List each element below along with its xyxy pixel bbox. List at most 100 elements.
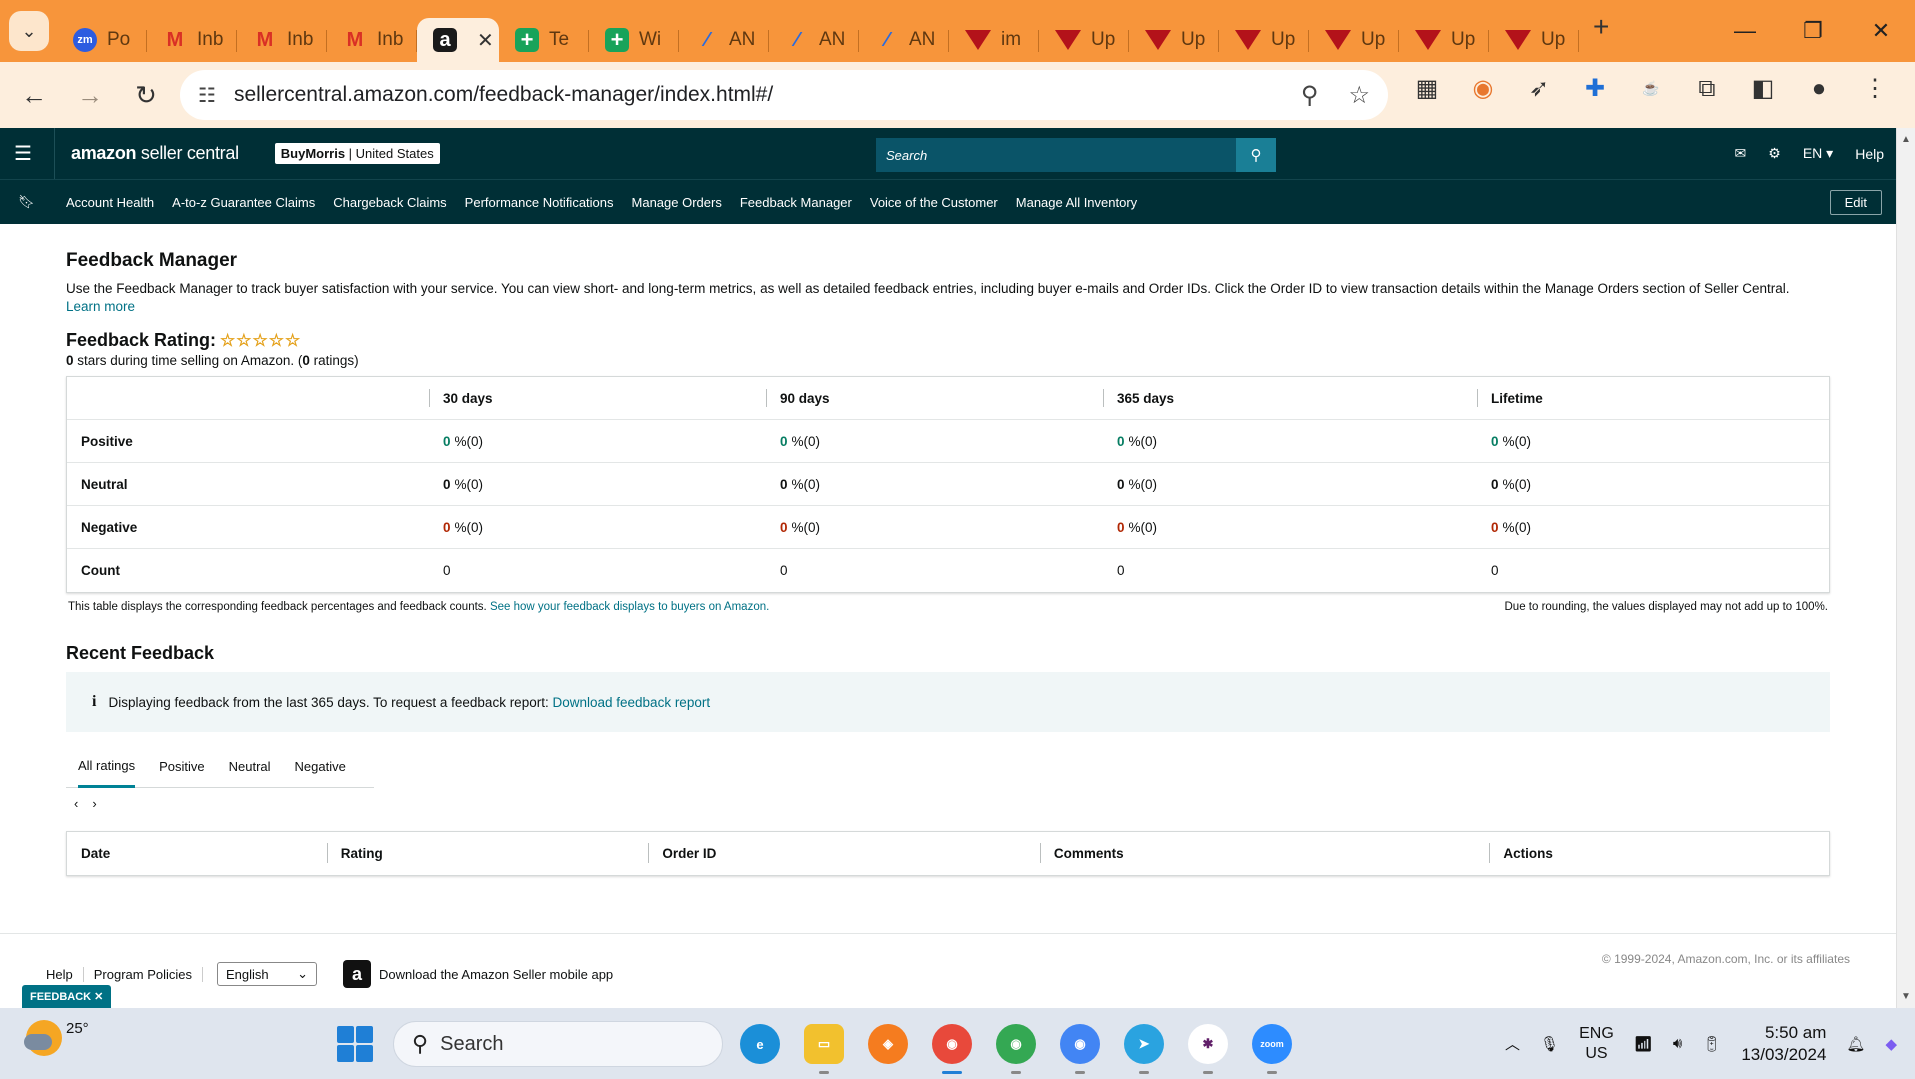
nav-link-manage-all-inventory[interactable]: Manage All Inventory (1016, 195, 1137, 210)
scroll-up-icon[interactable]: ▲ (1901, 134, 1911, 145)
tab-positive[interactable]: Positive (159, 746, 205, 788)
volume-icon[interactable]: 🔊︎ (1673, 1035, 1682, 1052)
close-window-button[interactable]: ✕ (1847, 18, 1915, 44)
brave-vpn-icon[interactable]: ◈ (868, 1024, 908, 1064)
search-button[interactable]: ⚲ (1236, 138, 1276, 172)
edit-nav-button[interactable]: Edit (1829, 190, 1882, 215)
menu-icon[interactable]: ☰ (14, 141, 48, 166)
extension-arrow-icon[interactable]: ➶ (1522, 74, 1556, 103)
browser-tab[interactable]: Up (1489, 18, 1579, 62)
browser-tab[interactable]: im (949, 18, 1039, 62)
nav-link-chargeback-claims[interactable]: Chargeback Claims (333, 195, 446, 210)
store-switcher[interactable]: BuyMorris | United States (274, 143, 440, 164)
column-header-date[interactable]: Date (67, 831, 327, 876)
minimize-button[interactable]: — (1711, 18, 1779, 44)
start-button[interactable] (337, 1026, 373, 1062)
telegram-icon[interactable]: ➤ (1124, 1024, 1164, 1074)
side-panel-icon[interactable]: ◧ (1746, 74, 1780, 103)
feedback-tab-button[interactable]: FEEDBACK ✕ (22, 985, 112, 1008)
notification-bell-icon[interactable]: 🔔︎ (1846, 1035, 1865, 1053)
chrome-profile-k-icon[interactable]: ◉ (996, 1024, 1036, 1074)
column-header-comments[interactable]: Comments (1039, 831, 1489, 876)
bookmark-star-icon[interactable]: ☆ (1348, 81, 1370, 110)
browser-tab[interactable]: ⁄ AN (679, 18, 769, 62)
new-tab-button[interactable]: + (1593, 11, 1609, 43)
gear-icon[interactable]: ⚙ (1768, 145, 1781, 162)
browser-tab[interactable]: Up (1219, 18, 1309, 62)
nav-link-voice-of-the-customer[interactable]: Voice of the Customer (870, 195, 998, 210)
seller-search[interactable]: Search ⚲ (876, 138, 1276, 172)
scroll-down-icon[interactable]: ▼ (1901, 991, 1911, 1002)
footer-help-link[interactable]: Help (46, 966, 84, 982)
back-button[interactable]: ← (12, 80, 56, 111)
tab-all-ratings[interactable]: All ratings (78, 746, 136, 788)
column-header-actions[interactable]: Actions (1489, 831, 1829, 876)
forward-button[interactable]: → (68, 80, 112, 111)
microphone-icon[interactable]: 🎙︎ (1540, 1035, 1559, 1053)
nav-link-manage-orders[interactable]: Manage Orders (632, 195, 722, 210)
copilot-icon[interactable]: ◆ (1885, 1035, 1897, 1053)
tab-neutral[interactable]: Neutral (229, 746, 271, 788)
feedback-display-link[interactable]: See how your feedback displays to buyers… (490, 601, 769, 613)
browser-tab[interactable]: ⁄ AN (769, 18, 859, 62)
nav-link-account-health[interactable]: Account Health (66, 195, 154, 210)
mobile-app-link[interactable]: a Download the Amazon Seller mobile app (343, 960, 613, 988)
address-bar[interactable]: ☷ sellercentral.amazon.com/feedback-mana… (180, 70, 1388, 120)
profile-avatar-icon[interactable]: ● (1802, 75, 1836, 103)
browser-tab[interactable]: Up (1129, 18, 1219, 62)
browser-tab[interactable]: M Inb (147, 18, 237, 62)
browser-tab[interactable]: M Inb (327, 18, 417, 62)
page-scrollbar[interactable]: ▲ ▼ (1896, 128, 1915, 1008)
bookmark-icon[interactable]: 🔖︎ (18, 194, 66, 210)
zoom-icon[interactable]: ⚲ (1301, 81, 1319, 110)
browser-menu-icon[interactable]: ⋮ (1858, 74, 1892, 103)
prev-page-icon[interactable]: ‹ (74, 796, 78, 811)
slack-icon[interactable]: ✱ (1188, 1024, 1228, 1074)
zoom-icon[interactable]: zoom (1252, 1024, 1292, 1074)
help-link[interactable]: Help (1855, 146, 1884, 162)
taskbar-search[interactable]: ⚲ Search (393, 1021, 723, 1067)
tab-negative[interactable]: Negative (295, 746, 346, 788)
browser-tab[interactable]: zm Po (57, 18, 147, 62)
chrome-profile-k2-icon[interactable]: ◉ (1060, 1024, 1100, 1074)
extension-plus-icon[interactable]: ✚ (1578, 74, 1612, 103)
browser-tab[interactable]: M Inb (237, 18, 327, 62)
weather-widget[interactable]: 25° (24, 1020, 89, 1056)
footer-language-select[interactable]: English ⌄ (217, 962, 318, 986)
restore-button[interactable]: ❐ (1779, 18, 1847, 44)
browser-tab[interactable]: ⁄ AN (859, 18, 949, 62)
chrome-icon[interactable]: ◉ (932, 1024, 972, 1074)
extensions-puzzle-icon[interactable]: ⧉ (1690, 75, 1724, 103)
clock[interactable]: 5:50 am 13/03/2024 (1741, 1022, 1826, 1066)
nav-link-a-to-z-guarantee-claims[interactable]: A-to-z Guarantee Claims (172, 195, 315, 210)
file-explorer-icon[interactable]: ▭ (804, 1024, 844, 1074)
nav-link-performance-notifications[interactable]: Performance Notifications (465, 195, 614, 210)
extension-circle-icon[interactable]: ◉ (1466, 74, 1500, 103)
search-input[interactable]: Search (886, 148, 1236, 163)
edge-icon[interactable]: e (740, 1024, 780, 1064)
language-selector[interactable]: EN ▾ (1803, 145, 1833, 162)
browser-tab[interactable]: Up (1039, 18, 1129, 62)
battery-icon[interactable]: 🔋︎ (1702, 1035, 1721, 1053)
input-language[interactable]: ENG US (1579, 1024, 1614, 1064)
browser-tab[interactable]: + Wi (589, 18, 679, 62)
browser-tab[interactable]: a ✕ (417, 18, 499, 62)
nav-link-feedback-manager[interactable]: Feedback Manager (740, 195, 852, 210)
footer-program-policies-link[interactable]: Program Policies (84, 966, 204, 982)
column-header-order-id[interactable]: Order ID (648, 831, 1040, 876)
site-info-icon[interactable]: ☷ (198, 83, 216, 108)
extension-off-icon[interactable]: ☕ (1634, 80, 1668, 97)
next-page-icon[interactable]: › (92, 796, 96, 811)
browser-tab[interactable]: Up (1399, 18, 1489, 62)
column-header-rating[interactable]: Rating (326, 831, 649, 876)
reload-button[interactable]: ↻ (124, 80, 168, 111)
close-tab-icon[interactable]: ✕ (477, 28, 494, 53)
browser-tab[interactable]: + Te (499, 18, 589, 62)
qr-code-icon[interactable]: ▦ (1410, 74, 1444, 103)
tab-search-button[interactable]: ⌄ (9, 11, 49, 51)
learn-more-link[interactable]: Learn more (66, 299, 135, 314)
tray-overflow-icon[interactable]: ︿ (1505, 1033, 1520, 1054)
download-report-link[interactable]: Download feedback report (552, 695, 710, 710)
browser-tab[interactable]: Up (1309, 18, 1399, 62)
mail-icon[interactable]: ✉ (1735, 145, 1747, 162)
